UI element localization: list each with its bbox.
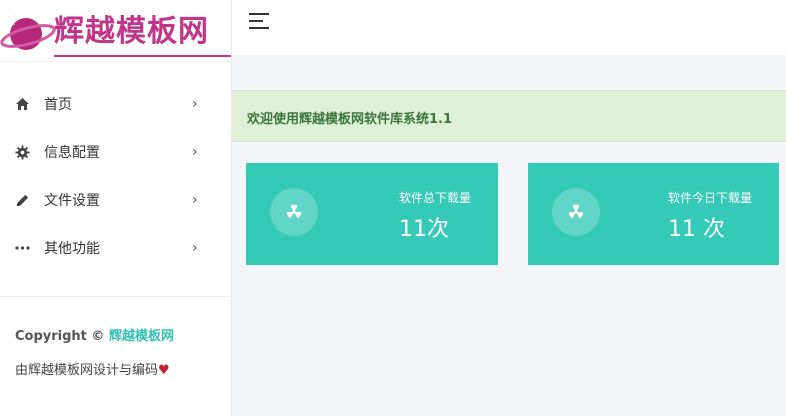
copyright-prefix: Copyright © xyxy=(15,329,105,344)
sidebar-item-label: 信息配置 xyxy=(44,145,100,161)
logo-text: 辉越模板网 xyxy=(54,14,209,49)
stat-value: 11次 xyxy=(399,217,449,242)
sidebar-item-other-functions[interactable]: 其他功能 › xyxy=(0,224,231,272)
sidebar-divider xyxy=(0,296,232,297)
radiation-icon xyxy=(552,188,600,236)
chevron-right-icon: › xyxy=(192,192,198,208)
sidebar: 辉越模板网 首页 › 信息配置 › 文件设置 › 其他功能 › Copyrigh… xyxy=(0,0,232,416)
logo-underline xyxy=(54,55,231,57)
copyright-brand-link[interactable]: 辉越模板网 xyxy=(109,329,174,344)
credits-text: 由辉越模板网设计与编码 xyxy=(15,363,159,378)
stat-title: 软件总下载量 xyxy=(399,191,472,205)
sidebar-item-file-settings[interactable]: 文件设置 › xyxy=(0,176,231,224)
copyright: Copyright © 辉越模板网 xyxy=(15,325,174,344)
sidebar-item-home[interactable]: 首页 › xyxy=(0,80,231,128)
sidebar-item-label: 其他功能 xyxy=(44,241,100,257)
top-header xyxy=(232,0,786,55)
logo[interactable]: 辉越模板网 xyxy=(0,0,231,62)
sidebar-menu: 首页 › 信息配置 › 文件设置 › 其他功能 › xyxy=(0,80,231,272)
sidebar-item-info-config[interactable]: 信息配置 › xyxy=(0,128,231,176)
gear-icon xyxy=(14,144,30,160)
stat-card-today-downloads: 软件今日下载量 11 次 xyxy=(528,163,779,265)
pencil-icon xyxy=(14,192,30,208)
welcome-alert-text: 欢迎使用辉越模板网软件库系统1.1 xyxy=(247,112,453,127)
sidebar-item-label: 首页 xyxy=(44,97,72,113)
stat-card-total-downloads: 软件总下载量 11次 xyxy=(246,163,498,265)
heart-icon: ♥ xyxy=(158,363,170,378)
sidebar-item-label: 文件设置 xyxy=(44,193,100,209)
more-icon xyxy=(14,240,30,256)
stat-title: 软件今日下载量 xyxy=(668,191,753,205)
chevron-right-icon: › xyxy=(192,144,198,160)
home-icon xyxy=(14,96,30,112)
stat-value: 11 次 xyxy=(668,217,725,242)
logo-planet-icon xyxy=(0,10,56,50)
welcome-alert: 欢迎使用辉越模板网软件库系统1.1 xyxy=(232,90,786,142)
chevron-right-icon: › xyxy=(192,240,198,256)
radiation-icon xyxy=(270,188,318,236)
chevron-right-icon: › xyxy=(192,96,198,112)
credits: 由辉越模板网设计与编码♥ xyxy=(15,359,170,378)
menu-toggle-icon[interactable] xyxy=(249,13,269,29)
